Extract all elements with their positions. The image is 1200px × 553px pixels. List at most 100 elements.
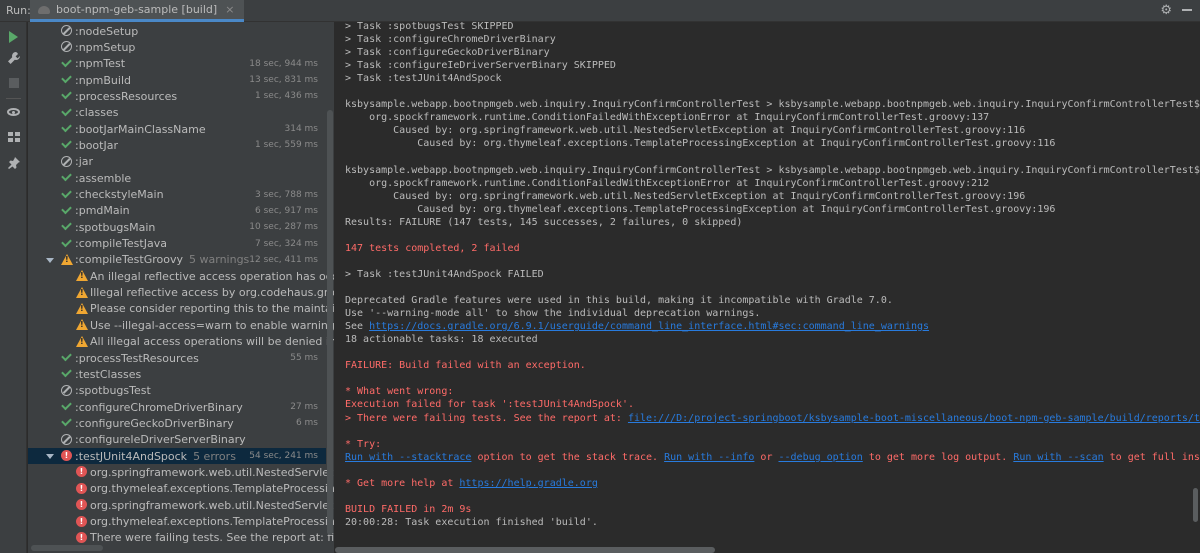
- console-horizontal-scrollbar[interactable]: [335, 547, 715, 553]
- gradle-elephant-icon: [38, 5, 50, 14]
- check-icon: [61, 74, 72, 85]
- console-link[interactable]: --debug option: [779, 452, 863, 463]
- console-line: FAILURE: Build failed with an exception.: [345, 360, 586, 372]
- tree-task-row[interactable]: :bootJarMainClassName 314 ms: [28, 121, 326, 137]
- console-line: 18 actionable tasks: 18 executed: [345, 334, 538, 346]
- play-icon[interactable]: [5, 28, 22, 45]
- tree-task-row[interactable]: :npmSetup: [28, 39, 326, 55]
- error-icon: [76, 466, 87, 478]
- tree-task-row[interactable]: :compileTestGroovy 5 warnings12 sec, 411 …: [28, 252, 326, 268]
- tree-row-duration: 27 ms: [290, 402, 318, 413]
- pin-icon[interactable]: [5, 154, 22, 171]
- minimize-icon[interactable]: [1182, 9, 1192, 11]
- tree-task-row[interactable]: :assemble: [28, 170, 326, 186]
- tree-task-row[interactable]: :compileTestJava 7 sec, 324 ms: [28, 236, 326, 252]
- tree-row-duration: 1 sec, 559 ms: [255, 140, 318, 151]
- tree-row-label: Please consider reporting this to the ma…: [90, 302, 334, 315]
- tree-row-label: :testClasses: [75, 368, 141, 381]
- tree-row-label: :bootJar: [75, 139, 118, 152]
- tree-row-label: :pmdMain: [75, 204, 130, 217]
- tree-task-row[interactable]: :pmdMain 6 sec, 917 ms: [28, 203, 326, 219]
- tree-row-text: Illegal reflective access by org.codehau…: [90, 286, 334, 300]
- check-icon: [61, 90, 72, 101]
- tree-row-duration: 6 sec, 917 ms: [255, 205, 318, 216]
- eye-icon[interactable]: [5, 103, 22, 120]
- tree-task-row[interactable]: :spotbugsMain 10 sec, 287 ms: [28, 219, 326, 235]
- console-line: > Task :testJUnit4AndSpock FAILED: [345, 268, 544, 280]
- tree-task-row[interactable]: :nodeSetup: [28, 23, 326, 39]
- check-icon: [61, 417, 72, 428]
- tree-row-text: There were failing tests. See the report…: [90, 531, 334, 545]
- expand-arrow-icon[interactable]: [46, 257, 54, 263]
- wrench-icon[interactable]: [5, 49, 22, 66]
- console-link[interactable]: Run with --scan: [1013, 452, 1103, 463]
- tree-message-row[interactable]: All illegal access operations will be de…: [28, 334, 334, 350]
- warning-icon: [76, 335, 88, 347]
- tree-task-row[interactable]: :checkstyleMain 3 sec, 788 ms: [28, 187, 326, 203]
- tree-task-row[interactable]: :npmTest 18 sec, 944 ms: [28, 56, 326, 72]
- tree-message-row[interactable]: There were failing tests. See the report…: [28, 530, 334, 546]
- tree-row-text: :configureGeckoDriverBinary: [75, 416, 234, 430]
- tree-row-text: :compileTestJava: [75, 237, 167, 251]
- tree-row-label: :processResources: [75, 90, 177, 103]
- console-line: 20:00:28: Task execution finished 'build…: [345, 516, 598, 528]
- tree-row-text: :spotbugsTest: [75, 384, 151, 398]
- tree-task-row[interactable]: :configureGeckoDriverBinary 6 ms: [28, 415, 326, 431]
- warning-icon: [76, 319, 88, 331]
- tree-task-row[interactable]: :npmBuild 13 sec, 831 ms: [28, 72, 326, 88]
- tree-row-label: :npmBuild: [75, 74, 131, 87]
- tree-row-label: org.thymeleaf.exceptions.TemplateProcess…: [90, 482, 334, 495]
- tree-task-row[interactable]: :processTestResources 55 ms: [28, 350, 326, 366]
- check-icon: [61, 139, 72, 150]
- tree-message-row[interactable]: Illegal reflective access by org.codehau…: [28, 285, 334, 301]
- console-text: to get full insigh: [1109, 451, 1200, 463]
- tree-message-row[interactable]: org.springframework.web.util.NestedServl…: [28, 497, 334, 513]
- tree-row-label: :jar: [75, 155, 93, 168]
- layout-icon[interactable]: [5, 128, 22, 145]
- tree-task-row[interactable]: :testJUnit4AndSpock 5 errors 54 sec, 241 m…: [28, 448, 326, 465]
- expand-arrow-icon[interactable]: [46, 454, 54, 460]
- tree-message-row[interactable]: Use --illegal-access=warn to enable warn…: [28, 317, 334, 333]
- console-line: Use '--warning-mode all' to show the ind…: [345, 308, 761, 320]
- tree-row-duration: 55 ms: [290, 353, 318, 363]
- tab-build-run[interactable]: boot-npm-geb-sample [build] ×: [30, 0, 245, 22]
- tree-vertical-scrollbar[interactable]: [327, 110, 333, 535]
- tree-task-row[interactable]: :configureIeDriverServerBinary: [28, 432, 326, 448]
- tree-row-label: Illegal reflective access by org.codehau…: [90, 286, 334, 299]
- run-toolwindow-header: Run: boot-npm-geb-sample [build] × ⚙: [0, 0, 1200, 22]
- tree-row-label: :spotbugsMain: [75, 221, 155, 234]
- tree-task-row[interactable]: :spotbugsTest: [28, 383, 326, 399]
- tree-task-row[interactable]: :configureChromeDriverBinary 27 ms: [28, 399, 326, 415]
- tree-row-text: Please consider reporting this to the ma…: [90, 302, 334, 316]
- tree-task-row[interactable]: :processResources 1 sec, 436 ms: [28, 88, 326, 104]
- tree-row-label: :checkstyleMain: [75, 188, 164, 201]
- tree-message-row[interactable]: An illegal reflective access operation h…: [28, 268, 334, 284]
- console-link[interactable]: Run with --stacktrace: [345, 452, 471, 463]
- console-line: ksbysample.webapp.bootnpmgeb.web.inquiry…: [345, 164, 1200, 176]
- tree-task-row[interactable]: :classes: [28, 105, 326, 121]
- tree-row-text: :spotbugsMain: [75, 220, 156, 234]
- tree-message-row[interactable]: Please consider reporting this to the ma…: [28, 301, 334, 317]
- stop-icon[interactable]: [5, 74, 22, 91]
- error-icon: [76, 482, 87, 494]
- console-output[interactable]: > Task :spotbugsTest SKIPPED > Task :conf…: [335, 22, 1200, 553]
- tree-message-row[interactable]: org.thymeleaf.exceptions.TemplateProcess…: [28, 514, 334, 530]
- tree-message-row[interactable]: org.springframework.web.util.NestedServl…: [28, 464, 334, 480]
- console-link[interactable]: https://docs.gradle.org/6.9.1/userguide/…: [369, 321, 929, 332]
- console-link[interactable]: https://help.gradle.org: [459, 478, 597, 489]
- tree-row-label: :npmSetup: [75, 41, 135, 54]
- tree-task-row[interactable]: :testClasses: [28, 366, 326, 382]
- tree-row-duration: 1 sec, 436 ms: [255, 91, 318, 102]
- tree-row-count: 5 warnings: [189, 253, 250, 267]
- tree-horizontal-scrollbar[interactable]: [31, 545, 103, 551]
- console-link[interactable]: file:///D:/project-springboot/ksbysample…: [628, 413, 1200, 424]
- tree-task-row[interactable]: :jar: [28, 154, 326, 170]
- tree-row-text: :configureIeDriverServerBinary: [75, 433, 246, 447]
- tree-task-row[interactable]: :bootJar 1 sec, 559 ms: [28, 137, 326, 153]
- console-vertical-scrollbar[interactable]: [1193, 488, 1198, 522]
- tree-row-label: :compileTestJava: [75, 237, 167, 250]
- gear-icon[interactable]: ⚙: [1160, 3, 1172, 18]
- console-link[interactable]: Run with --info: [664, 452, 754, 463]
- tree-message-row[interactable]: org.thymeleaf.exceptions.TemplateProcess…: [28, 481, 334, 497]
- close-tab-icon[interactable]: ×: [225, 3, 234, 16]
